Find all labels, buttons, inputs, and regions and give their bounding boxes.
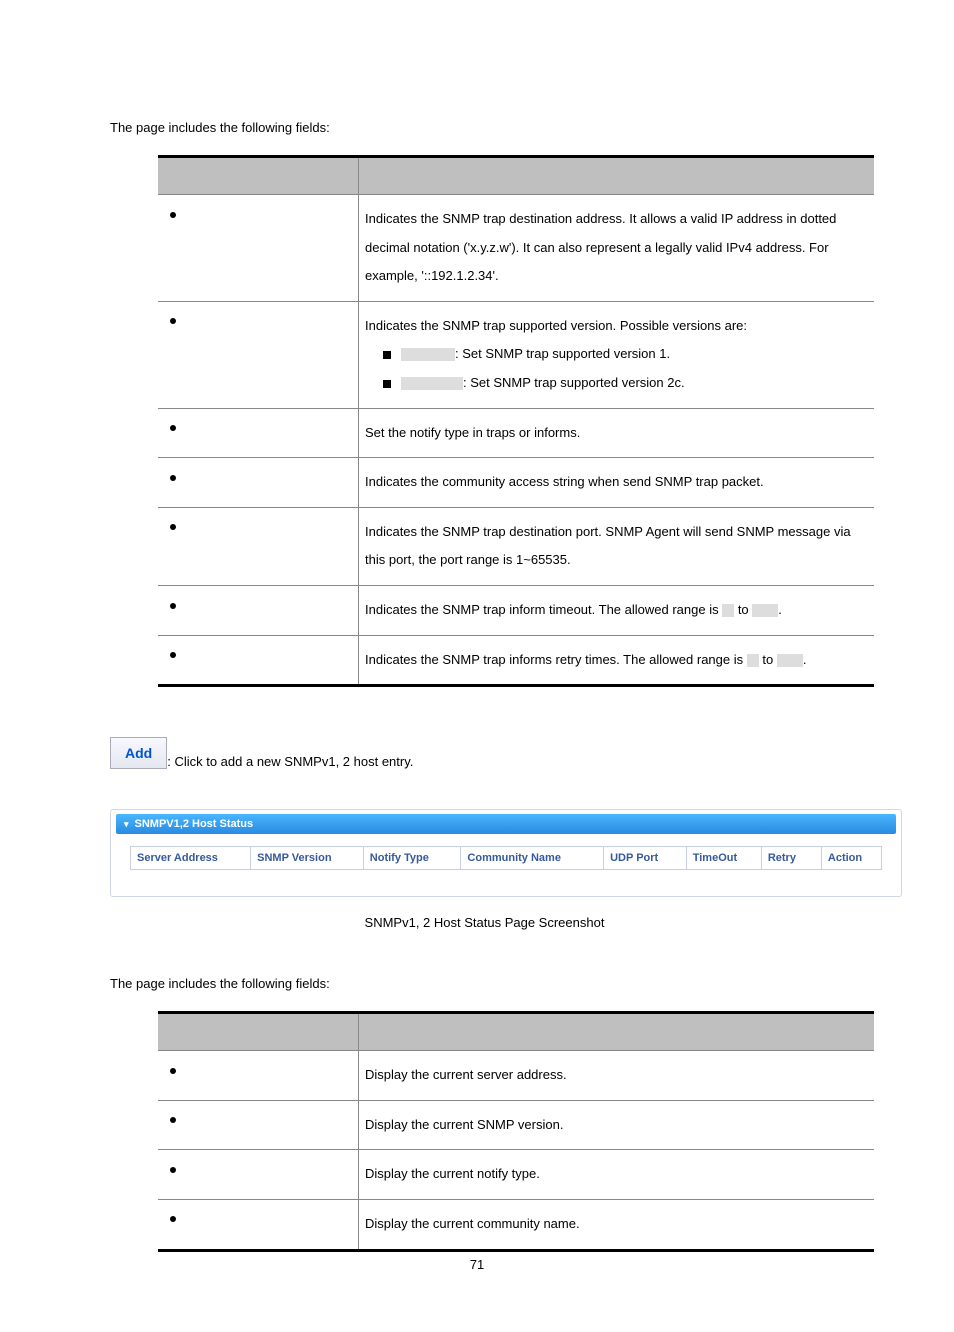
sub-desc: : Set SNMP trap supported version 2c. <box>463 375 685 390</box>
desc-part: Indicates the SNMP trap inform timeout. … <box>365 602 722 617</box>
cell-desc: Indicates the community access string wh… <box>359 458 875 508</box>
desc-part: . <box>778 602 782 617</box>
col-server-address: Server Address <box>131 847 251 870</box>
col-timeout: TimeOut <box>686 847 761 870</box>
col-community-name: Community Name <box>461 847 604 870</box>
desc-line: Indicates the SNMP trap supported versio… <box>365 318 747 333</box>
add-button[interactable]: Add <box>110 737 167 769</box>
sub-desc: : Set SNMP trap supported version 1. <box>455 346 670 361</box>
col-snmp-version: SNMP Version <box>251 847 364 870</box>
page-number: 71 <box>0 1257 954 1272</box>
cell-desc: Indicates the SNMP trap destination addr… <box>359 195 875 302</box>
desc-part: Indicates the SNMP trap informs retry ti… <box>365 652 747 667</box>
col-retry: Retry <box>761 847 821 870</box>
bullet-icon <box>170 524 176 530</box>
bullet-icon <box>170 475 176 481</box>
status-table: Server Address SNMP Version Notify Type … <box>130 846 882 870</box>
t2-header-desc <box>359 1013 875 1051</box>
desc-part: to <box>734 602 752 617</box>
table-row: Indicates the SNMP trap destination addr… <box>158 195 874 302</box>
blank-placeholder <box>777 654 803 667</box>
bullet-icon <box>170 425 176 431</box>
table-row: Indicates the SNMP trap supported versio… <box>158 301 874 408</box>
blank-placeholder <box>401 377 463 390</box>
blank-placeholder <box>752 604 778 617</box>
table-row: Indicates the SNMP trap informs retry ti… <box>158 635 874 686</box>
intro-text-2: The page includes the following fields: <box>110 976 859 991</box>
cell-desc: Indicates the SNMP trap destination port… <box>359 507 875 585</box>
cell-desc: Indicates the SNMP trap informs retry ti… <box>359 635 875 686</box>
table-row: Display the current community name. <box>158 1199 874 1250</box>
bullet-icon <box>170 603 176 609</box>
screenshot-caption: SNMPv1, 2 Host Status Page Screenshot <box>110 915 859 930</box>
table-row: Display the current server address. <box>158 1051 874 1101</box>
desc-part: . <box>803 652 807 667</box>
square-icon <box>383 351 391 359</box>
cell-desc: Set the notify type in traps or informs. <box>359 408 875 458</box>
chevron-down-icon: ▾ <box>124 819 129 829</box>
bullet-icon <box>170 1068 176 1074</box>
cell-desc: Display the current community name. <box>359 1199 875 1250</box>
bullet-icon <box>170 652 176 658</box>
bullet-icon <box>170 212 176 218</box>
blank-placeholder <box>722 604 734 617</box>
cell-desc: Indicates the SNMP trap inform timeout. … <box>359 585 875 635</box>
col-action: Action <box>821 847 881 870</box>
cell-desc: Display the current server address. <box>359 1051 875 1101</box>
col-notify-type: Notify Type <box>363 847 461 870</box>
blank-placeholder <box>401 348 455 361</box>
blank-placeholder <box>747 654 759 667</box>
bullet-icon <box>170 318 176 324</box>
panel-header[interactable]: ▾ SNMPV1,2 Host Status <box>116 814 896 834</box>
table-row: Set the notify type in traps or informs. <box>158 408 874 458</box>
intro-text-1: The page includes the following fields: <box>110 120 859 135</box>
col-udp-port: UDP Port <box>604 847 687 870</box>
status-panel: ▾ SNMPV1,2 Host Status Server Address SNM… <box>110 809 902 897</box>
add-desc: : Click to add a new SNMPv1, 2 host entr… <box>167 754 413 769</box>
table-row: Display the current SNMP version. <box>158 1100 874 1150</box>
panel-title: SNMPV1,2 Host Status <box>135 818 254 830</box>
square-icon <box>383 380 391 388</box>
add-row: Add: Click to add a new SNMPv1, 2 host e… <box>110 737 859 769</box>
cell-desc: Indicates the SNMP trap supported versio… <box>359 301 875 408</box>
fields-table-1: Indicates the SNMP trap destination addr… <box>158 155 874 687</box>
table-row: Indicates the SNMP trap destination port… <box>158 507 874 585</box>
cell-desc: Display the current SNMP version. <box>359 1100 875 1150</box>
bullet-icon <box>170 1216 176 1222</box>
fields-table-2: Display the current server address. Disp… <box>158 1011 874 1251</box>
table-row: Indicates the community access string wh… <box>158 458 874 508</box>
t1-header-desc <box>359 157 875 195</box>
desc-part: to <box>759 652 777 667</box>
table-row: Indicates the SNMP trap inform timeout. … <box>158 585 874 635</box>
t2-header-object <box>158 1013 359 1051</box>
bullet-icon <box>170 1117 176 1123</box>
table-row: Display the current notify type. <box>158 1150 874 1200</box>
t1-header-object <box>158 157 359 195</box>
bullet-icon <box>170 1167 176 1173</box>
cell-desc: Display the current notify type. <box>359 1150 875 1200</box>
